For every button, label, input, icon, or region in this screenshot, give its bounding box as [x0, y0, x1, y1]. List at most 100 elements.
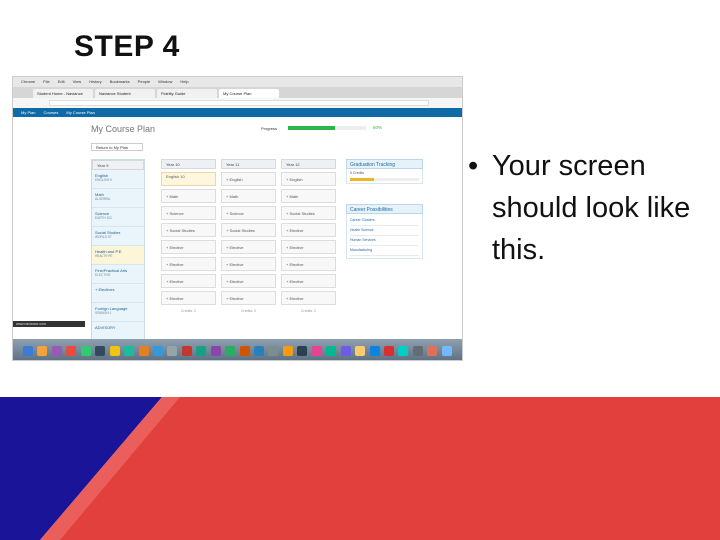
career-possibility-item[interactable]: Manufacturing: [350, 246, 419, 256]
dock-app-icon[interactable]: [268, 346, 279, 356]
dock-app-icon[interactable]: [196, 346, 207, 356]
course-slot[interactable]: + Math: [161, 189, 216, 203]
dock-app-icon[interactable]: [254, 346, 264, 356]
dock-app-icon[interactable]: [66, 346, 77, 356]
course-slot[interactable]: + Math: [281, 189, 336, 203]
url-field[interactable]: [49, 100, 429, 106]
grade-item[interactable]: Science EARTH SCI: [92, 208, 144, 227]
dock-app-icon[interactable]: [95, 346, 106, 356]
course-slot[interactable]: + Elective: [161, 257, 216, 271]
course-slot[interactable]: + Elective: [281, 291, 336, 305]
grade-item-course: ELECTIVE: [95, 273, 111, 277]
course-slot[interactable]: + Social Studies: [281, 206, 336, 220]
course-slot[interactable]: English 10: [161, 172, 216, 186]
browser-tab-1[interactable]: Student Home - Naviance: [33, 89, 93, 98]
dock-app-icon[interactable]: [326, 346, 337, 356]
course-slot[interactable]: + Elective: [221, 240, 276, 254]
mac-menu-item[interactable]: Window: [158, 79, 172, 84]
course-slot[interactable]: + Elective: [161, 274, 216, 288]
course-slot[interactable]: + Math: [221, 189, 276, 203]
career-possibility-item[interactable]: Human Services: [350, 236, 419, 246]
bullet-symbol: •: [468, 150, 479, 182]
course-slot[interactable]: + Social Studies: [161, 223, 216, 237]
dock-app-icon[interactable]: [152, 346, 163, 356]
dock-app-icon[interactable]: [37, 346, 48, 356]
grade-item[interactable]: English ENGLISH 9: [92, 170, 144, 189]
course-slot[interactable]: + Science: [161, 206, 216, 220]
grade-item-name: + Electives: [95, 287, 115, 292]
mac-menu-item[interactable]: Bookmarks: [110, 79, 130, 84]
grade-item[interactable]: Math ALGEBRA: [92, 189, 144, 208]
course-slot[interactable]: + Elective: [161, 240, 216, 254]
course-slot[interactable]: + Social Studies: [221, 223, 276, 237]
grade-item[interactable]: Social Studies WORLD ST: [92, 227, 144, 246]
mac-menu-item[interactable]: View: [73, 79, 82, 84]
browser-tab-4[interactable]: My Course Plan: [219, 89, 279, 98]
dock-app-icon[interactable]: [51, 346, 62, 356]
browser-tab-strip: Student Home - Naviance Naviance Student…: [13, 87, 462, 98]
course-slot[interactable]: + English: [281, 172, 336, 186]
possibilities-list: Career Clusters Health Science Human Servi…: [346, 214, 423, 259]
mac-menu-item[interactable]: People: [138, 79, 150, 84]
grade-item-course: SPANISH 1: [95, 311, 112, 315]
course-slot[interactable]: + Elective: [221, 257, 276, 271]
course-slot[interactable]: + English: [221, 172, 276, 186]
course-slot[interactable]: + Elective: [281, 274, 336, 288]
return-button[interactable]: Return to My Plan: [91, 143, 143, 151]
site-nav-item[interactable]: Courses: [43, 110, 58, 115]
dock-app-icon[interactable]: [282, 346, 293, 356]
browser-tab-3[interactable]: Fidelity Guide: [157, 89, 217, 98]
slide-title: STEP 4: [74, 30, 180, 63]
dock-app-icon[interactable]: [297, 346, 308, 356]
dock-app-icon[interactable]: [383, 346, 394, 356]
grade-item-course: WORLD ST: [95, 235, 112, 239]
site-nav-item[interactable]: My Plan: [21, 110, 35, 115]
dock-app-icon[interactable]: [398, 346, 409, 356]
possibilities-title: Career Possibilities: [346, 204, 423, 214]
site-nav-item[interactable]: My Course Plan: [66, 110, 94, 115]
course-slot[interactable]: + Elective: [281, 223, 336, 237]
dock-app-icon[interactable]: [181, 346, 192, 356]
progress-fill: [288, 126, 335, 130]
browser-tab-2[interactable]: Naviance Student: [95, 89, 155, 98]
dock-app-icon[interactable]: [23, 346, 33, 356]
career-possibility-item[interactable]: Health Science: [350, 226, 419, 236]
dock-app-icon[interactable]: [210, 346, 221, 356]
dock-app-icon[interactable]: [311, 346, 322, 356]
grade-item[interactable]: Foreign Language SPANISH 1: [92, 303, 144, 322]
course-slot[interactable]: + Elective: [281, 257, 336, 271]
grade-item[interactable]: + Electives: [92, 284, 144, 303]
career-possibility-item[interactable]: Career Clusters: [350, 216, 419, 226]
mac-menu-item[interactable]: Edit: [58, 79, 65, 84]
dock-app-icon[interactable]: [355, 346, 366, 356]
dock-app-icon[interactable]: [412, 346, 423, 356]
grade-item-course: EARTH SCI: [95, 216, 112, 220]
dock-app-icon[interactable]: [239, 346, 250, 356]
grade-item[interactable]: Fine/Practical Arts ELECTIVE: [92, 265, 144, 284]
course-slot[interactable]: + Science: [221, 206, 276, 220]
mac-menu-item[interactable]: Chrome: [21, 79, 35, 84]
dock-app-icon[interactable]: [167, 346, 178, 356]
mac-menu-item[interactable]: Help: [180, 79, 188, 84]
mac-menu-item[interactable]: File: [43, 79, 49, 84]
grade-item-name: ADVISORY: [95, 325, 116, 330]
dock-app-icon[interactable]: [427, 346, 438, 356]
site-nav: My Plan Courses My Course Plan: [13, 108, 462, 117]
dock-app-icon[interactable]: [369, 346, 380, 356]
tracking-body: 6 Credits: [346, 169, 423, 184]
dock-app-icon[interactable]: [441, 346, 452, 356]
course-slot[interactable]: + Elective: [221, 291, 276, 305]
dock-app-icon[interactable]: [225, 346, 236, 356]
course-slot[interactable]: + Elective: [221, 274, 276, 288]
mac-menu-item[interactable]: History: [89, 79, 101, 84]
grade-item[interactable]: Health and P.E. HEALTH PE: [92, 246, 144, 265]
plan-header: My Course Plan Progress 60%: [13, 117, 462, 139]
dock-app-icon[interactable]: [109, 346, 120, 356]
dock-app-icon[interactable]: [340, 346, 351, 356]
dock-app-icon[interactable]: [138, 346, 149, 356]
dock-app-icon[interactable]: [124, 346, 135, 356]
course-slot[interactable]: + Elective: [281, 240, 336, 254]
course-slot[interactable]: + Elective: [161, 291, 216, 305]
dock-app-icon[interactable]: [80, 346, 91, 356]
year-column-3: Year 12 + English + Math + Social Studies + …: [281, 159, 336, 359]
